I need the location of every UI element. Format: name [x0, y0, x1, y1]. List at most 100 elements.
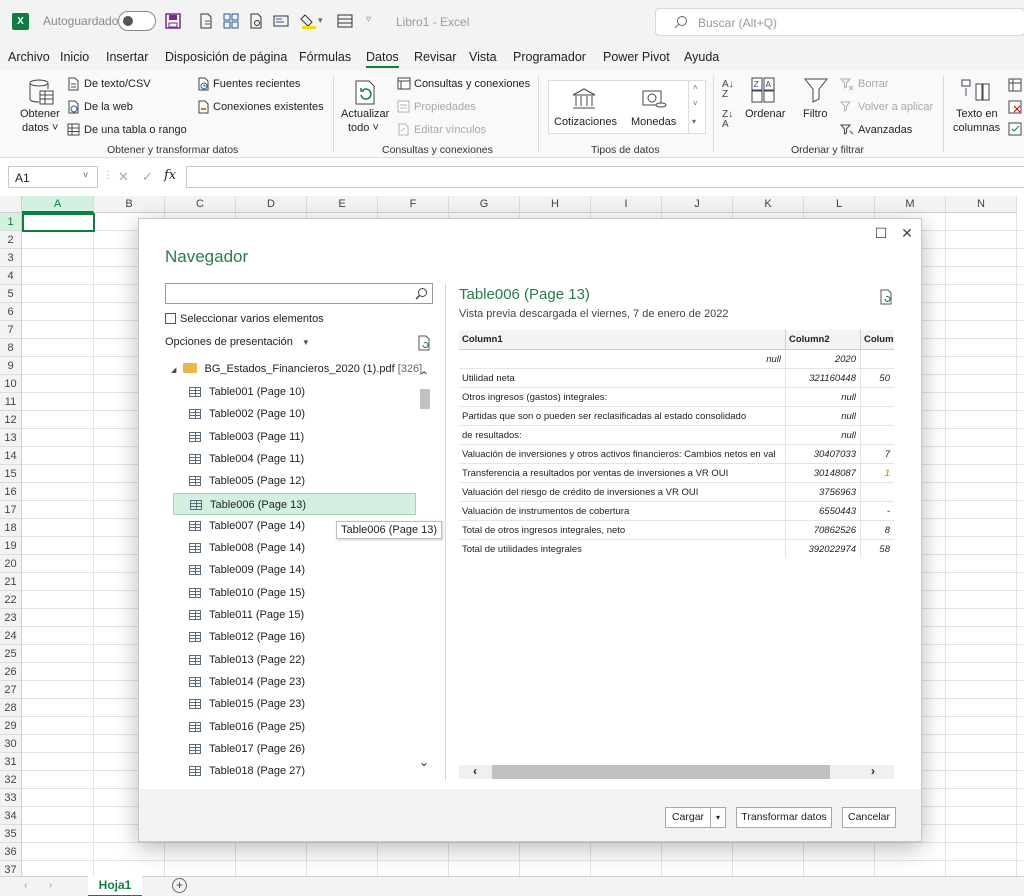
tree-root-pdf[interactable]: ◢ BG_Estados_Financieros_2020 (1).pdf [3…	[171, 363, 422, 375]
row-header-8[interactable]: 8	[0, 339, 22, 357]
name-box[interactable]: A1 ˅	[8, 166, 98, 188]
sort-az-icon[interactable]: A↓ Z	[722, 80, 734, 100]
remove-duplicates-icon[interactable]	[1008, 100, 1022, 114]
row-header-10[interactable]: 10	[0, 375, 22, 393]
row-header-25[interactable]: 25	[0, 645, 22, 663]
row-header-34[interactable]: 34	[0, 807, 22, 825]
row-header-31[interactable]: 31	[0, 753, 22, 771]
tree-item[interactable]: Table002 (Page 10)	[173, 403, 416, 425]
formula-input[interactable]	[186, 166, 1024, 188]
tab-datos[interactable]: Datos	[366, 50, 399, 68]
row-header-4[interactable]: 4	[0, 267, 22, 285]
tree-item[interactable]: Table009 (Page 14)	[173, 559, 416, 581]
chevron-down-icon[interactable]: ˅	[83, 170, 88, 180]
tree-item[interactable]: Table017 (Page 26)	[173, 738, 416, 760]
save-icon[interactable]	[164, 12, 182, 30]
row-header-32[interactable]: 32	[0, 771, 22, 789]
sort-za-icon[interactable]: Z↓ A	[722, 110, 733, 130]
row-header-19[interactable]: 19	[0, 537, 22, 555]
tree-item[interactable]: Table012 (Page 16)	[173, 626, 416, 648]
gallery-scroll[interactable]: ˄ ˅ ▾	[688, 80, 706, 134]
fill-color-icon[interactable]	[300, 12, 318, 30]
row-header-2[interactable]: 2	[0, 231, 22, 249]
scroll-thumb[interactable]	[420, 389, 430, 409]
tree-item[interactable]: Table011 (Page 15)	[173, 604, 416, 626]
document-search-icon[interactable]	[247, 12, 265, 30]
scroll-right-icon[interactable]: ›	[871, 764, 875, 778]
row-header-26[interactable]: 26	[0, 663, 22, 681]
tree-item[interactable]: Table014 (Page 23)	[173, 671, 416, 693]
autosave-toggle[interactable]	[118, 11, 156, 31]
tab-disposicion[interactable]: Disposición de página	[165, 50, 287, 64]
grid-icon[interactable]	[222, 12, 240, 30]
tab-ayuda[interactable]: Ayuda	[684, 50, 719, 64]
column-header-K[interactable]: K	[733, 196, 804, 213]
row-header-23[interactable]: 23	[0, 609, 22, 627]
tree-scrollbar[interactable]: ⌃ ⌄	[417, 357, 433, 777]
row-header-24[interactable]: 24	[0, 627, 22, 645]
sheet-tab-hoja1[interactable]: Hoja1	[88, 876, 142, 896]
row-header-29[interactable]: 29	[0, 717, 22, 735]
tab-insertar[interactable]: Insertar	[106, 50, 148, 64]
column-header-N[interactable]: N	[946, 196, 1017, 213]
flash-fill-icon[interactable]	[1008, 78, 1022, 92]
checkbox[interactable]	[165, 313, 176, 324]
column-header-C[interactable]: C	[165, 196, 236, 213]
row-header-9[interactable]: 9	[0, 357, 22, 375]
table-format-icon[interactable]	[336, 12, 354, 30]
tab-inicio[interactable]: Inicio	[60, 50, 89, 64]
chevron-down-icon[interactable]: ▾	[318, 15, 323, 26]
tree-item[interactable]: Table001 (Page 10)	[173, 381, 416, 403]
column-header-H[interactable]: H	[520, 196, 591, 213]
tab-archivo[interactable]: Archivo	[8, 50, 50, 64]
transform-data-button[interactable]: Transformar datos	[736, 807, 832, 828]
tab-vista[interactable]: Vista	[469, 50, 497, 64]
tree-item[interactable]: Table016 (Page 25)	[173, 716, 416, 738]
tab-programador[interactable]: Programador	[513, 50, 586, 64]
insert-function-icon[interactable]: fx	[164, 168, 176, 183]
row-header-22[interactable]: 22	[0, 591, 22, 609]
row-header-33[interactable]: 33	[0, 789, 22, 807]
column-header[interactable]: Colum	[861, 330, 894, 350]
tab-formulas[interactable]: Fórmulas	[299, 50, 351, 64]
chevron-down-icon[interactable]: ˅	[693, 99, 698, 108]
scroll-up-icon[interactable]: ⌃	[419, 369, 429, 383]
row-header-18[interactable]: 18	[0, 519, 22, 537]
row-header-14[interactable]: 14	[0, 447, 22, 465]
row-header-11[interactable]: 11	[0, 393, 22, 411]
row-header-20[interactable]: 20	[0, 555, 22, 573]
new-document-icon[interactable]	[197, 12, 215, 30]
row-header-13[interactable]: 13	[0, 429, 22, 447]
row-header-17[interactable]: 17	[0, 501, 22, 519]
enter-icon[interactable]: ✓	[142, 169, 153, 185]
customize-toolbar-icon[interactable]: ▿	[366, 14, 371, 25]
tree-item[interactable]: Table010 (Page 15)	[173, 582, 416, 604]
column-header-A[interactable]: A	[22, 196, 94, 213]
row-header-37[interactable]: 37	[0, 861, 22, 876]
scroll-down-icon[interactable]: ⌄	[419, 755, 429, 769]
next-sheet-icon[interactable]: ›	[49, 880, 52, 891]
tree-item[interactable]: Table008 (Page 14)	[173, 537, 416, 559]
tree-item[interactable]: Table003 (Page 11)	[173, 426, 416, 448]
column-header-L[interactable]: L	[804, 196, 875, 213]
refresh-document-icon[interactable]	[417, 335, 431, 351]
cancel-button[interactable]: Cancelar	[842, 807, 896, 828]
navigator-search-input[interactable]	[165, 283, 433, 304]
tree-item[interactable]: Table005 (Page 12)	[173, 470, 416, 492]
row-header-1[interactable]: 1	[0, 213, 22, 231]
tree-item[interactable]: Table018 (Page 27)	[173, 760, 416, 777]
cancel-icon[interactable]: ✕	[118, 169, 129, 185]
column-header-B[interactable]: B	[94, 196, 165, 213]
form-icon[interactable]	[272, 12, 290, 30]
gallery-expand-icon[interactable]: ▾	[692, 117, 696, 126]
row-header-7[interactable]: 7	[0, 321, 22, 339]
column-header-F[interactable]: F	[378, 196, 449, 213]
data-validation-icon[interactable]	[1008, 122, 1022, 136]
load-dropdown-button[interactable]: ▾	[710, 807, 726, 828]
tab-revisar[interactable]: Revisar	[414, 50, 456, 64]
scroll-left-icon[interactable]: ‹	[473, 764, 477, 778]
chevron-up-icon[interactable]: ˄	[693, 83, 698, 92]
column-header[interactable]: Column2	[786, 330, 861, 350]
collapse-icon[interactable]: ◢	[171, 367, 176, 374]
search-box[interactable]: Buscar (Alt+Q)	[655, 8, 1024, 36]
